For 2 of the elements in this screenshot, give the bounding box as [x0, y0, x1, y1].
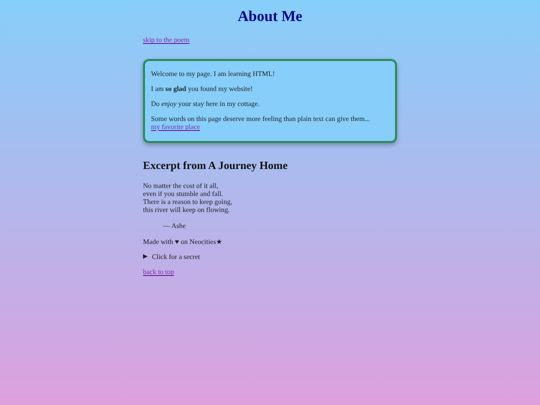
- poem-heading: Excerpt from A Journey Home: [143, 160, 289, 173]
- page-title: About Me: [236, 8, 304, 26]
